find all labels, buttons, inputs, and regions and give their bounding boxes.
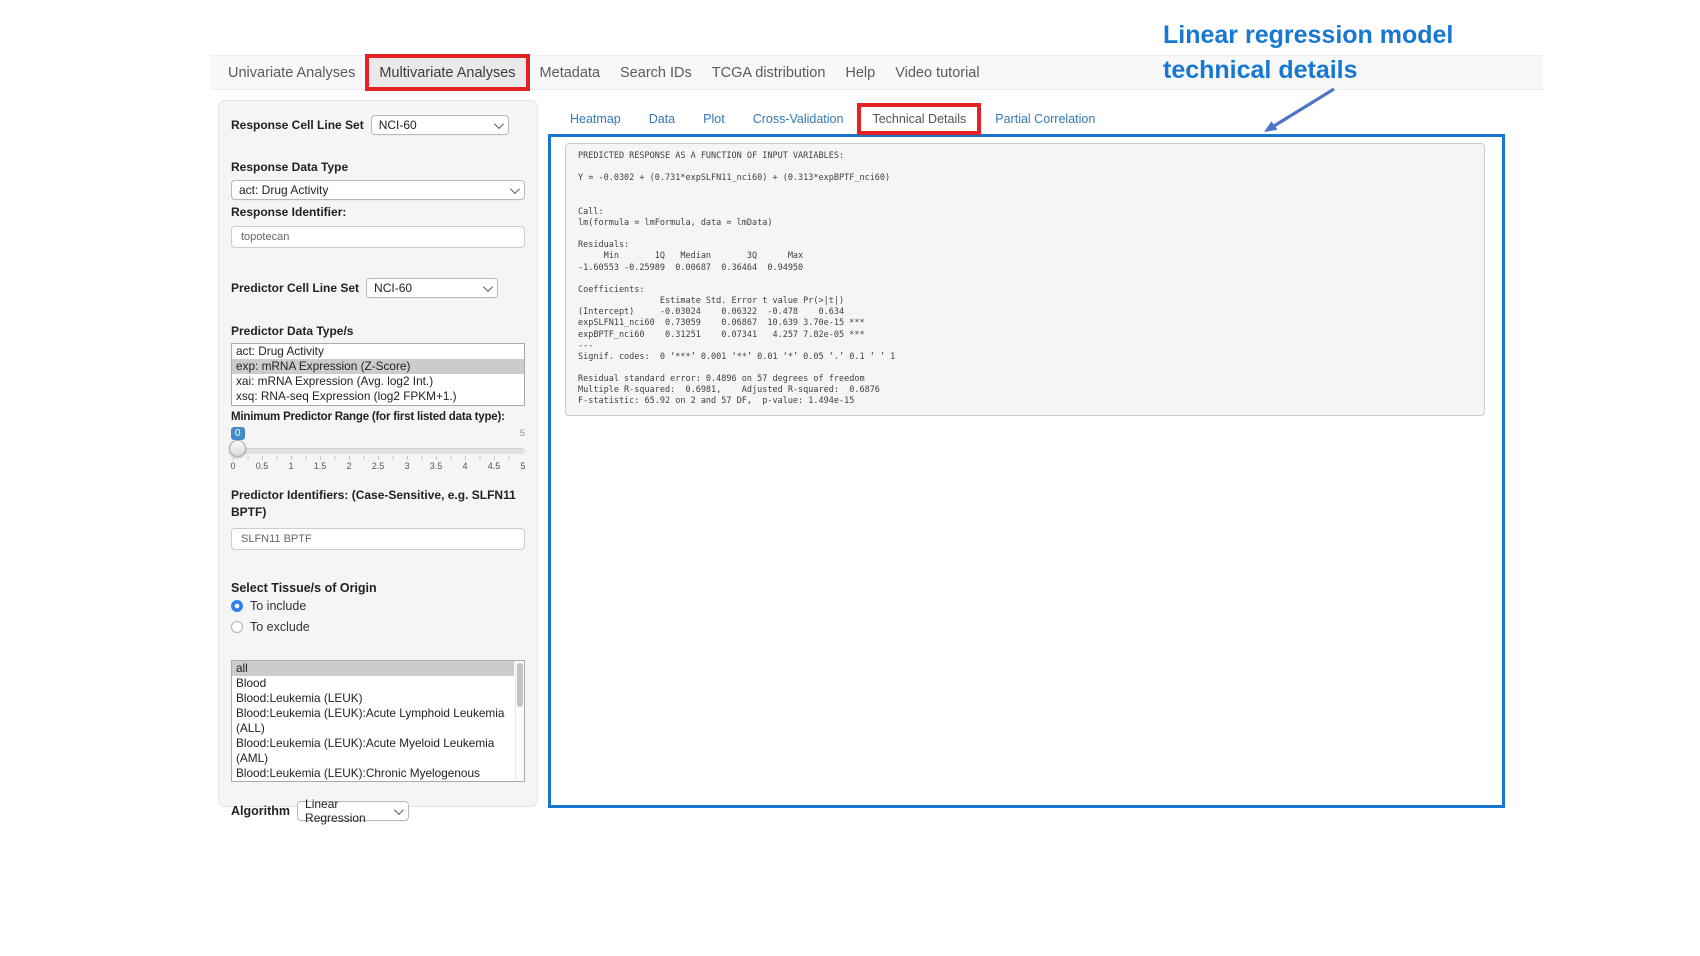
- tick-label: 0: [230, 461, 235, 471]
- algorithm-select[interactable]: Linear Regression: [297, 801, 409, 821]
- annotation-label: Linear regression model technical detail…: [1163, 18, 1523, 88]
- tick-label: 2.5: [372, 461, 385, 471]
- algorithm-label: Algorithm: [231, 804, 290, 818]
- tissue-origin-label: Select Tissue/s of Origin: [231, 581, 525, 595]
- nav-item-search-ids[interactable]: Search IDs: [610, 56, 702, 89]
- tick-label: 4.5: [488, 461, 501, 471]
- predictor-cell-line-set-label: Predictor Cell Line Set: [231, 281, 359, 295]
- algorithm-value: Linear Regression: [305, 797, 388, 825]
- tick-label: 1.5: [314, 461, 327, 471]
- tab-partial-correlation[interactable]: Partial Correlation: [981, 105, 1109, 133]
- chevron-down-icon: [494, 119, 504, 129]
- tick-label: 1: [288, 461, 293, 471]
- tick-label: 3.5: [430, 461, 443, 471]
- response-identifier-label: Response Identifier:: [231, 205, 525, 219]
- response-identifier-input[interactable]: [231, 226, 525, 248]
- radio-unchecked-icon: [231, 621, 243, 633]
- tissue-origin-listbox: all Blood Blood:Leukemia (LEUK) Blood:Le…: [231, 660, 525, 782]
- tick-label: 5: [520, 461, 525, 471]
- list-item[interactable]: Blood:Leukemia (LEUK): [232, 691, 514, 706]
- tab-plot[interactable]: Plot: [689, 105, 739, 133]
- radio-to-include[interactable]: To include: [231, 595, 525, 616]
- slider-handle[interactable]: [229, 440, 246, 457]
- nav-item-help[interactable]: Help: [835, 56, 885, 89]
- nav-item-univariate-analyses[interactable]: Univariate Analyses: [218, 56, 365, 89]
- predictor-identifiers-label: Predictor Identifiers: (Case-Sensitive, …: [231, 487, 525, 521]
- slider-tick-marks: [233, 456, 523, 460]
- tab-heatmap[interactable]: Heatmap: [556, 105, 635, 133]
- tab-technical-details[interactable]: Technical Details: [857, 103, 981, 135]
- technical-details-output: PREDICTED RESPONSE AS A FUNCTION OF INPU…: [578, 151, 1472, 408]
- list-item[interactable]: Blood:Leukemia (LEUK):Acute Lymphoid Leu…: [232, 706, 514, 736]
- tab-data[interactable]: Data: [635, 105, 689, 133]
- list-item[interactable]: Blood:Leukemia (LEUK):Acute Myeloid Leuk…: [232, 736, 514, 766]
- list-item[interactable]: xai: mRNA Expression (Avg. log2 Int.): [232, 374, 524, 389]
- slider-value-badge: 0: [231, 427, 245, 440]
- tick-label: 4: [462, 461, 467, 471]
- chevron-down-icon: [510, 184, 520, 194]
- response-data-type-label: Response Data Type: [231, 160, 525, 174]
- nav-item-tcga-distribution[interactable]: TCGA distribution: [702, 56, 836, 89]
- predictor-data-types-listbox: act: Drug Activity exp: mRNA Expression …: [231, 343, 525, 406]
- list-item-selected[interactable]: all: [232, 661, 514, 676]
- predictor-identifiers-input[interactable]: [231, 528, 525, 550]
- response-cell-line-set-value: NCI-60: [379, 118, 417, 132]
- list-item[interactable]: Blood:Leukemia (LEUK):Chronic Myelogenou…: [232, 766, 514, 782]
- radio-checked-icon: [231, 600, 243, 612]
- chevron-down-icon: [394, 805, 404, 815]
- sidebar-panel: Response Cell Line Set NCI-60 Response D…: [218, 100, 538, 807]
- tick-label: 0.5: [256, 461, 269, 471]
- nav-item-video-tutorial[interactable]: Video tutorial: [885, 56, 989, 89]
- nav-item-metadata[interactable]: Metadata: [530, 56, 610, 89]
- radio-label: To include: [250, 599, 306, 613]
- slider-tick-labels: 0 0.5 1 1.5 2 2.5 3 3.5 4 4.5 5: [233, 461, 523, 473]
- radio-label: To exclude: [250, 620, 310, 634]
- results-panel: PREDICTED RESPONSE AS A FUNCTION OF INPU…: [548, 134, 1505, 808]
- technical-details-output-panel: PREDICTED RESPONSE AS A FUNCTION OF INPU…: [565, 143, 1485, 416]
- result-tabs: Heatmap Data Plot Cross-Validation Techn…: [556, 104, 1109, 134]
- min-predictor-range-label: Minimum Predictor Range (for first liste…: [231, 411, 525, 423]
- annotation-arrow-icon: [1258, 84, 1344, 136]
- response-data-type-select[interactable]: act: Drug Activity: [231, 180, 525, 200]
- slider-max-label: 5: [520, 428, 525, 439]
- tab-cross-validation[interactable]: Cross-Validation: [739, 105, 858, 133]
- response-cell-line-set-select[interactable]: NCI-60: [371, 115, 509, 135]
- annotation-line-1: Linear regression model: [1163, 18, 1523, 53]
- slider-track[interactable]: [231, 448, 525, 454]
- predictor-cell-line-set-select[interactable]: NCI-60: [366, 278, 498, 298]
- list-item[interactable]: xsq: RNA-seq Expression (log2 FPKM+1.): [232, 389, 524, 404]
- response-cell-line-set-label: Response Cell Line Set: [231, 118, 364, 132]
- list-item[interactable]: Blood: [232, 676, 514, 691]
- predictor-data-types-label: Predictor Data Type/s: [231, 324, 525, 338]
- min-predictor-range-slider: 0 5 0 0.5 1 1.5 2 2.5 3 3.5 4 4.5 5: [231, 427, 525, 477]
- scrollbar[interactable]: [515, 661, 524, 781]
- list-item-selected[interactable]: exp: mRNA Expression (Z-Score): [232, 359, 524, 374]
- list-item[interactable]: act: Drug Activity: [232, 344, 524, 359]
- page: Univariate Analyses Multivariate Analyse…: [0, 0, 1700, 956]
- predictor-cell-line-set-value: NCI-60: [374, 281, 412, 295]
- response-data-type-value: act: Drug Activity: [239, 183, 328, 197]
- scrollbar-thumb[interactable]: [517, 663, 523, 707]
- chevron-down-icon: [483, 282, 493, 292]
- radio-to-exclude[interactable]: To exclude: [231, 616, 525, 637]
- tick-label: 2: [346, 461, 351, 471]
- nav-item-multivariate-analyses[interactable]: Multivariate Analyses: [365, 54, 529, 91]
- annotation-line-2: technical details: [1163, 53, 1523, 88]
- tick-label: 3: [404, 461, 409, 471]
